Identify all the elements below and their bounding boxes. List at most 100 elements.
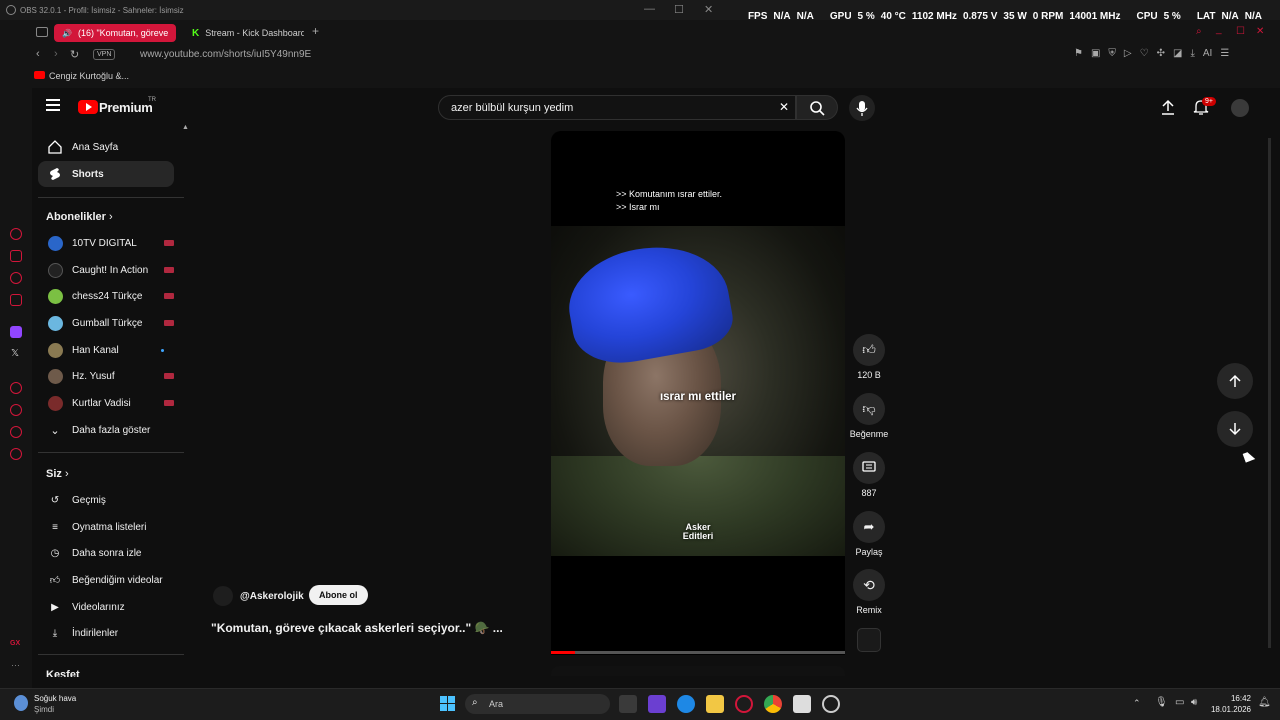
- tab-kick-dashboard[interactable]: K Stream - Kick Dashboard: [184, 24, 304, 42]
- ai-button[interactable]: AI: [1203, 48, 1212, 59]
- opera-gx-icon[interactable]: [735, 695, 753, 713]
- reload-icon[interactable]: ↻: [70, 48, 79, 61]
- url-field[interactable]: www.youtube.com/shorts/iuI5Y49nn9E: [140, 49, 311, 60]
- x-icon[interactable]: 𝕏: [11, 348, 19, 359]
- twitch-icon[interactable]: [10, 326, 22, 338]
- comments-button[interactable]: [853, 452, 885, 484]
- tab-youtube[interactable]: 🔊 (16) "Komutan, göreve: [54, 24, 176, 42]
- scroll-up-icon[interactable]: ▲: [182, 124, 189, 131]
- messenger-icon[interactable]: [10, 272, 22, 284]
- subscribe-button[interactable]: Abone ol: [309, 585, 368, 605]
- show-more-button[interactable]: ⌄ Daha fazla göster: [38, 417, 174, 443]
- sound-thumbnail[interactable]: [857, 628, 881, 652]
- upload-icon[interactable]: [1161, 99, 1175, 115]
- sub-item[interactable]: 10TV DIGITAL: [38, 230, 174, 256]
- bookmark-icon[interactable]: ⚑: [1074, 48, 1083, 59]
- tray-chevron-icon[interactable]: ⌃: [1133, 698, 1141, 709]
- hamburger-menu-icon[interactable]: [46, 99, 60, 111]
- channel-avatar[interactable]: [213, 586, 233, 606]
- nav-playlists[interactable]: ≡ Oynatma listeleri: [38, 514, 174, 540]
- explore-heading[interactable]: Keşfet: [46, 669, 80, 677]
- more-icon[interactable]: ···: [11, 660, 20, 670]
- page-scrollbar[interactable]: [1268, 138, 1271, 648]
- remix-button[interactable]: ⟲: [853, 569, 885, 601]
- vpn-badge[interactable]: VPN: [93, 49, 116, 60]
- nav-shorts[interactable]: Shorts: [38, 161, 174, 187]
- volume-icon[interactable]: 🔊︎: [1191, 697, 1197, 708]
- minimize-window-icon[interactable]: _: [1216, 24, 1222, 35]
- task-view-icon[interactable]: [619, 695, 637, 713]
- forward-icon[interactable]: ›: [54, 48, 58, 60]
- tab-workspaces-icon[interactable]: [36, 27, 48, 37]
- search-input[interactable]: azer bülbül kurşun yedim: [438, 95, 796, 120]
- sub-item[interactable]: Gumball Türkçe: [38, 310, 174, 336]
- video-title[interactable]: "Komutan, göreve çıkacak askerleri seçiy…: [211, 621, 503, 635]
- snapshot-icon[interactable]: ▣: [1091, 48, 1100, 59]
- gx-icon[interactable]: GX: [10, 640, 20, 647]
- obs-icon[interactable]: [822, 695, 840, 713]
- next-video-peek[interactable]: [551, 666, 845, 676]
- nav-liked-videos[interactable]: 👍︎ Beğendiğim videolar: [38, 567, 174, 593]
- nav-your-videos[interactable]: ▶ Videolarınız: [38, 594, 174, 620]
- maximize-icon[interactable]: ☐: [674, 3, 684, 16]
- heart-icon[interactable]: ♡: [1140, 48, 1149, 59]
- extensions-sidebar-icon[interactable]: [10, 426, 22, 438]
- chrome-icon[interactable]: [764, 695, 782, 713]
- back-icon[interactable]: ‹: [36, 48, 40, 60]
- nav-history[interactable]: ↺ Geçmiş: [38, 487, 174, 513]
- close-icon[interactable]: ✕: [704, 3, 713, 16]
- you-heading[interactable]: Siz ›: [46, 468, 69, 480]
- extensions-icon[interactable]: ✣: [1157, 48, 1165, 59]
- next-short-button[interactable]: [1217, 411, 1253, 447]
- like-button[interactable]: 👍︎: [853, 334, 885, 366]
- network-icon[interactable]: ▭: [1175, 697, 1184, 708]
- close-window-icon[interactable]: ✕: [1256, 26, 1264, 37]
- bag-icon[interactable]: [10, 250, 22, 262]
- bookmark-item[interactable]: Cengiz Kurtoğlu &...: [49, 71, 129, 81]
- history-sidebar-icon[interactable]: [10, 404, 22, 416]
- store-icon[interactable]: [793, 695, 811, 713]
- file-explorer-icon[interactable]: [706, 695, 724, 713]
- video-progress-bar[interactable]: [551, 651, 845, 654]
- adblock-icon[interactable]: ⛨: [1108, 48, 1116, 59]
- settings-sidebar-icon[interactable]: [10, 448, 22, 460]
- profile-icon[interactable]: ◪: [1173, 48, 1182, 59]
- aria-icon[interactable]: [10, 228, 22, 240]
- nav-downloads[interactable]: ⤓ İndirilenler: [38, 620, 174, 646]
- weather-title[interactable]: Soğuk hava: [34, 694, 76, 703]
- new-tab-button[interactable]: +: [312, 24, 319, 38]
- minimize-icon[interactable]: —: [644, 3, 655, 15]
- player-icon[interactable]: ▷: [1124, 48, 1132, 59]
- sub-item[interactable]: Kurtlar Vadisi: [38, 390, 174, 416]
- sub-item[interactable]: Caught! In Action: [38, 257, 174, 283]
- maximize-window-icon[interactable]: ☐: [1236, 26, 1245, 37]
- search-button[interactable]: [796, 95, 838, 120]
- search-tabs-icon[interactable]: ⌕: [1196, 26, 1202, 37]
- copilot-icon[interactable]: [648, 695, 666, 713]
- sub-item[interactable]: chess24 Türkçe: [38, 283, 174, 309]
- clock-time[interactable]: 16:42: [1213, 694, 1251, 703]
- channel-handle[interactable]: @Askerolojik: [240, 591, 304, 602]
- nav-home[interactable]: Ana Sayfa: [38, 134, 174, 160]
- dislike-button[interactable]: 👎︎: [853, 393, 885, 425]
- mic-tray-icon[interactable]: 🎙︎: [1155, 697, 1168, 708]
- sub-item[interactable]: Hz. Yusuf: [38, 363, 174, 389]
- start-icon[interactable]: [440, 696, 455, 711]
- menu-icon[interactable]: ☰: [1220, 48, 1229, 59]
- notification-center-icon[interactable]: 🔔︎: [1258, 697, 1271, 708]
- subscriptions-heading[interactable]: Abonelikler ›: [46, 211, 113, 223]
- sub-item[interactable]: Han Kanal: [38, 337, 174, 363]
- share-button[interactable]: ➦: [853, 511, 885, 543]
- instagram-icon[interactable]: [10, 294, 22, 306]
- avatar[interactable]: [1231, 99, 1249, 117]
- clear-search-icon[interactable]: ✕: [779, 100, 789, 114]
- youtube-logo[interactable]: Premium: [99, 100, 153, 115]
- youtube-logo-icon[interactable]: [78, 100, 98, 114]
- previous-short-button[interactable]: [1217, 363, 1253, 399]
- nav-watch-later[interactable]: ◷ Daha sonra izle: [38, 540, 174, 566]
- player-sidebar-icon[interactable]: [10, 382, 22, 394]
- voice-search-button[interactable]: [849, 95, 875, 121]
- download-icon[interactable]: ⤓: [1190, 48, 1194, 59]
- taskbar-search[interactable]: ⌕ Ara: [465, 694, 610, 714]
- weather-icon[interactable]: [14, 695, 28, 711]
